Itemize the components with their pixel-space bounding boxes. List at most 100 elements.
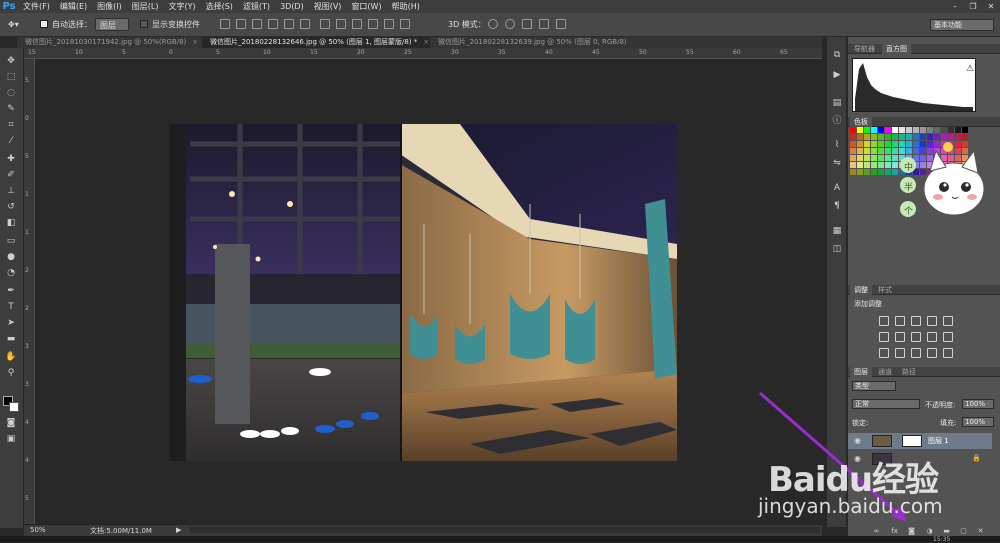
marquee-tool-icon[interactable]: ⬚ xyxy=(3,70,19,84)
blur-tool-icon[interactable]: ● xyxy=(3,250,19,264)
info-panel-icon[interactable]: ⓘ xyxy=(831,115,843,127)
eraser-tool-icon[interactable]: ◧ xyxy=(3,216,19,230)
align-top-icon[interactable] xyxy=(220,19,230,29)
swatch[interactable] xyxy=(948,127,954,133)
photo-filter-icon[interactable] xyxy=(927,332,937,342)
menu-image[interactable]: 图像(I) xyxy=(92,0,127,13)
swatch[interactable] xyxy=(878,169,884,175)
swatch[interactable] xyxy=(878,155,884,161)
tab-swatches[interactable]: 色板 xyxy=(850,117,872,127)
menu-window[interactable]: 窗口(W) xyxy=(346,0,386,13)
new-layer-icon[interactable]: ▢ xyxy=(959,527,968,536)
swatch[interactable] xyxy=(857,155,863,161)
swatch[interactable] xyxy=(871,141,877,147)
swatch[interactable] xyxy=(885,162,891,168)
lasso-tool-icon[interactable]: ◌ xyxy=(3,86,19,100)
pen-tool-icon[interactable]: ✒ xyxy=(3,284,19,298)
swatch[interactable] xyxy=(906,127,912,133)
color-balance-icon[interactable] xyxy=(895,332,905,342)
swatch[interactable] xyxy=(864,141,870,147)
healing-tool-icon[interactable]: ✚ xyxy=(3,152,19,166)
swatch[interactable] xyxy=(850,148,856,154)
tab-document-2[interactable]: 微信图片_20180228132646.jpg @ 50% (图层 1, 图层蒙… xyxy=(202,37,430,48)
new-adjustment-icon[interactable]: ◑ xyxy=(925,527,934,536)
swatch[interactable] xyxy=(850,155,856,161)
swatch[interactable] xyxy=(878,127,884,133)
align-right-icon[interactable] xyxy=(300,19,310,29)
curves-adjust-icon[interactable] xyxy=(911,316,921,326)
align-bottom-icon[interactable] xyxy=(252,19,262,29)
swatch[interactable] xyxy=(885,141,891,147)
exposure-adjust-icon[interactable] xyxy=(927,316,937,326)
screen-mode-icon[interactable]: ▣ xyxy=(3,432,19,446)
tab-document-3[interactable]: 微信图片_20180228132639.jpg @ 50% (图层 0, RGB… xyxy=(430,37,640,57)
align-hcenter-icon[interactable] xyxy=(284,19,294,29)
swatch[interactable] xyxy=(941,127,947,133)
swatch[interactable] xyxy=(885,155,891,161)
path-select-tool-icon[interactable]: ➤ xyxy=(3,316,19,330)
menu-view[interactable]: 视图(V) xyxy=(309,0,347,13)
shape-tool-icon[interactable]: ▬ xyxy=(3,332,19,346)
properties-panel-icon[interactable]: ▤ xyxy=(831,97,843,109)
swatch[interactable] xyxy=(864,162,870,168)
close-tab-icon[interactable]: × xyxy=(423,38,429,46)
swatch[interactable] xyxy=(955,127,961,133)
swatch[interactable] xyxy=(871,162,877,168)
stamp-tool-icon[interactable]: ⊥ xyxy=(3,184,19,198)
quick-select-tool-icon[interactable]: ✎ xyxy=(3,102,19,116)
swatch[interactable] xyxy=(892,127,898,133)
new-group-icon[interactable]: ▬ xyxy=(942,527,951,536)
status-menu-arrow-icon[interactable]: ▶ xyxy=(176,526,181,534)
selective-color-icon[interactable] xyxy=(943,348,953,358)
swatch[interactable] xyxy=(857,162,863,168)
hue-saturation-icon[interactable] xyxy=(879,332,889,342)
document-image[interactable] xyxy=(170,124,677,461)
menu-3d[interactable]: 3D(D) xyxy=(275,0,309,13)
swatch[interactable] xyxy=(850,162,856,168)
swatch[interactable] xyxy=(885,148,891,154)
close-button[interactable]: ✕ xyxy=(982,0,1000,13)
swatch[interactable] xyxy=(878,148,884,154)
swatch[interactable] xyxy=(871,169,877,175)
layer-style-icon[interactable]: fx xyxy=(890,527,899,536)
layer-comps-icon[interactable]: ◫ xyxy=(831,243,843,255)
menu-edit[interactable]: 编辑(E) xyxy=(55,0,92,13)
swatch[interactable] xyxy=(857,141,863,147)
distribute-right-icon[interactable] xyxy=(400,19,410,29)
history-panel-icon[interactable]: ⧉ xyxy=(831,49,843,61)
swatch[interactable] xyxy=(913,127,919,133)
levels-adjust-icon[interactable] xyxy=(895,316,905,326)
paragraph-panel-icon[interactable]: ¶ xyxy=(831,200,843,212)
swatch[interactable] xyxy=(850,134,856,140)
crop-tool-icon[interactable]: ⌗ xyxy=(3,118,19,132)
restore-button[interactable]: ❐ xyxy=(964,0,982,13)
tab-paths[interactable]: 路径 xyxy=(898,367,920,377)
distribute-top-icon[interactable] xyxy=(320,19,330,29)
gradient-tool-icon[interactable]: ▭ xyxy=(3,234,19,248)
swatch[interactable] xyxy=(878,134,884,140)
swatch[interactable] xyxy=(927,127,933,133)
history-brush-icon[interactable]: ↺ xyxy=(3,200,19,214)
tab-document-1[interactable]: 微信图片_20181030171942.jpg @ 50%(RGB/8) × xyxy=(17,37,202,48)
show-transform-checkbox[interactable] xyxy=(140,18,148,31)
brightness-adjust-icon[interactable] xyxy=(879,316,889,326)
black-white-icon[interactable] xyxy=(911,332,921,342)
gradient-map-icon[interactable] xyxy=(927,348,937,358)
opacity-input[interactable]: 100% xyxy=(962,399,994,409)
distribute-bottom-icon[interactable] xyxy=(352,19,362,29)
distribute-hcenter-icon[interactable] xyxy=(384,19,394,29)
brush-tool-icon[interactable]: ✐ xyxy=(3,168,19,182)
menu-file[interactable]: 文件(F) xyxy=(18,0,55,13)
swatch[interactable] xyxy=(871,155,877,161)
move-tool-icon[interactable]: ✥▾ xyxy=(8,18,19,31)
background-color-swatch[interactable] xyxy=(9,402,19,412)
threshold-icon[interactable] xyxy=(911,348,921,358)
delete-layer-icon[interactable]: ✕ xyxy=(976,527,985,536)
3d-roll-icon[interactable] xyxy=(505,19,515,29)
swatch[interactable] xyxy=(864,127,870,133)
zoom-level[interactable]: 50% xyxy=(30,526,46,534)
swatch[interactable] xyxy=(864,169,870,175)
swatch[interactable] xyxy=(871,127,877,133)
menu-help[interactable]: 帮助(H) xyxy=(387,0,425,13)
swatch[interactable] xyxy=(857,134,863,140)
